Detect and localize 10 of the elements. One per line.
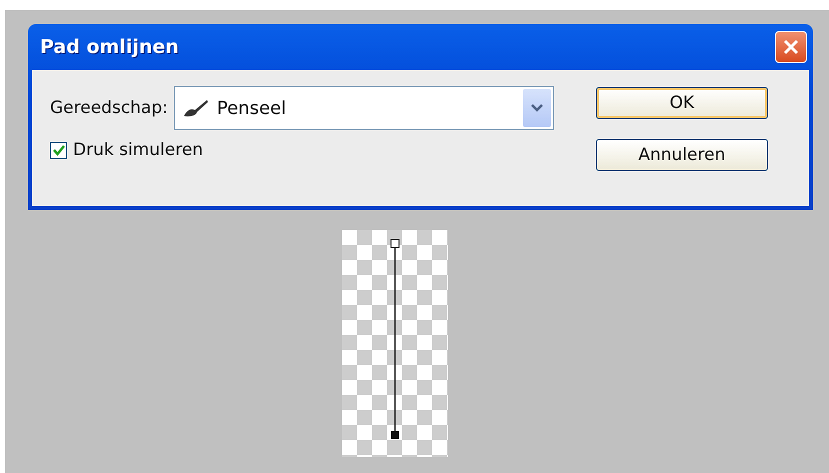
close-icon <box>782 38 800 56</box>
cancel-button[interactable]: Annuleren <box>596 139 768 171</box>
brush-icon <box>182 98 209 118</box>
close-button[interactable] <box>775 31 807 63</box>
tool-label: Gereedschap: <box>50 98 168 118</box>
pressure-checkbox[interactable] <box>50 142 67 158</box>
checkbox-label: Druk simuleren <box>73 140 204 160</box>
window-title: Pad omlijnen <box>40 36 179 58</box>
ok-button[interactable]: OK <box>596 87 768 119</box>
tool-dropdown[interactable]: Penseel <box>174 86 554 130</box>
